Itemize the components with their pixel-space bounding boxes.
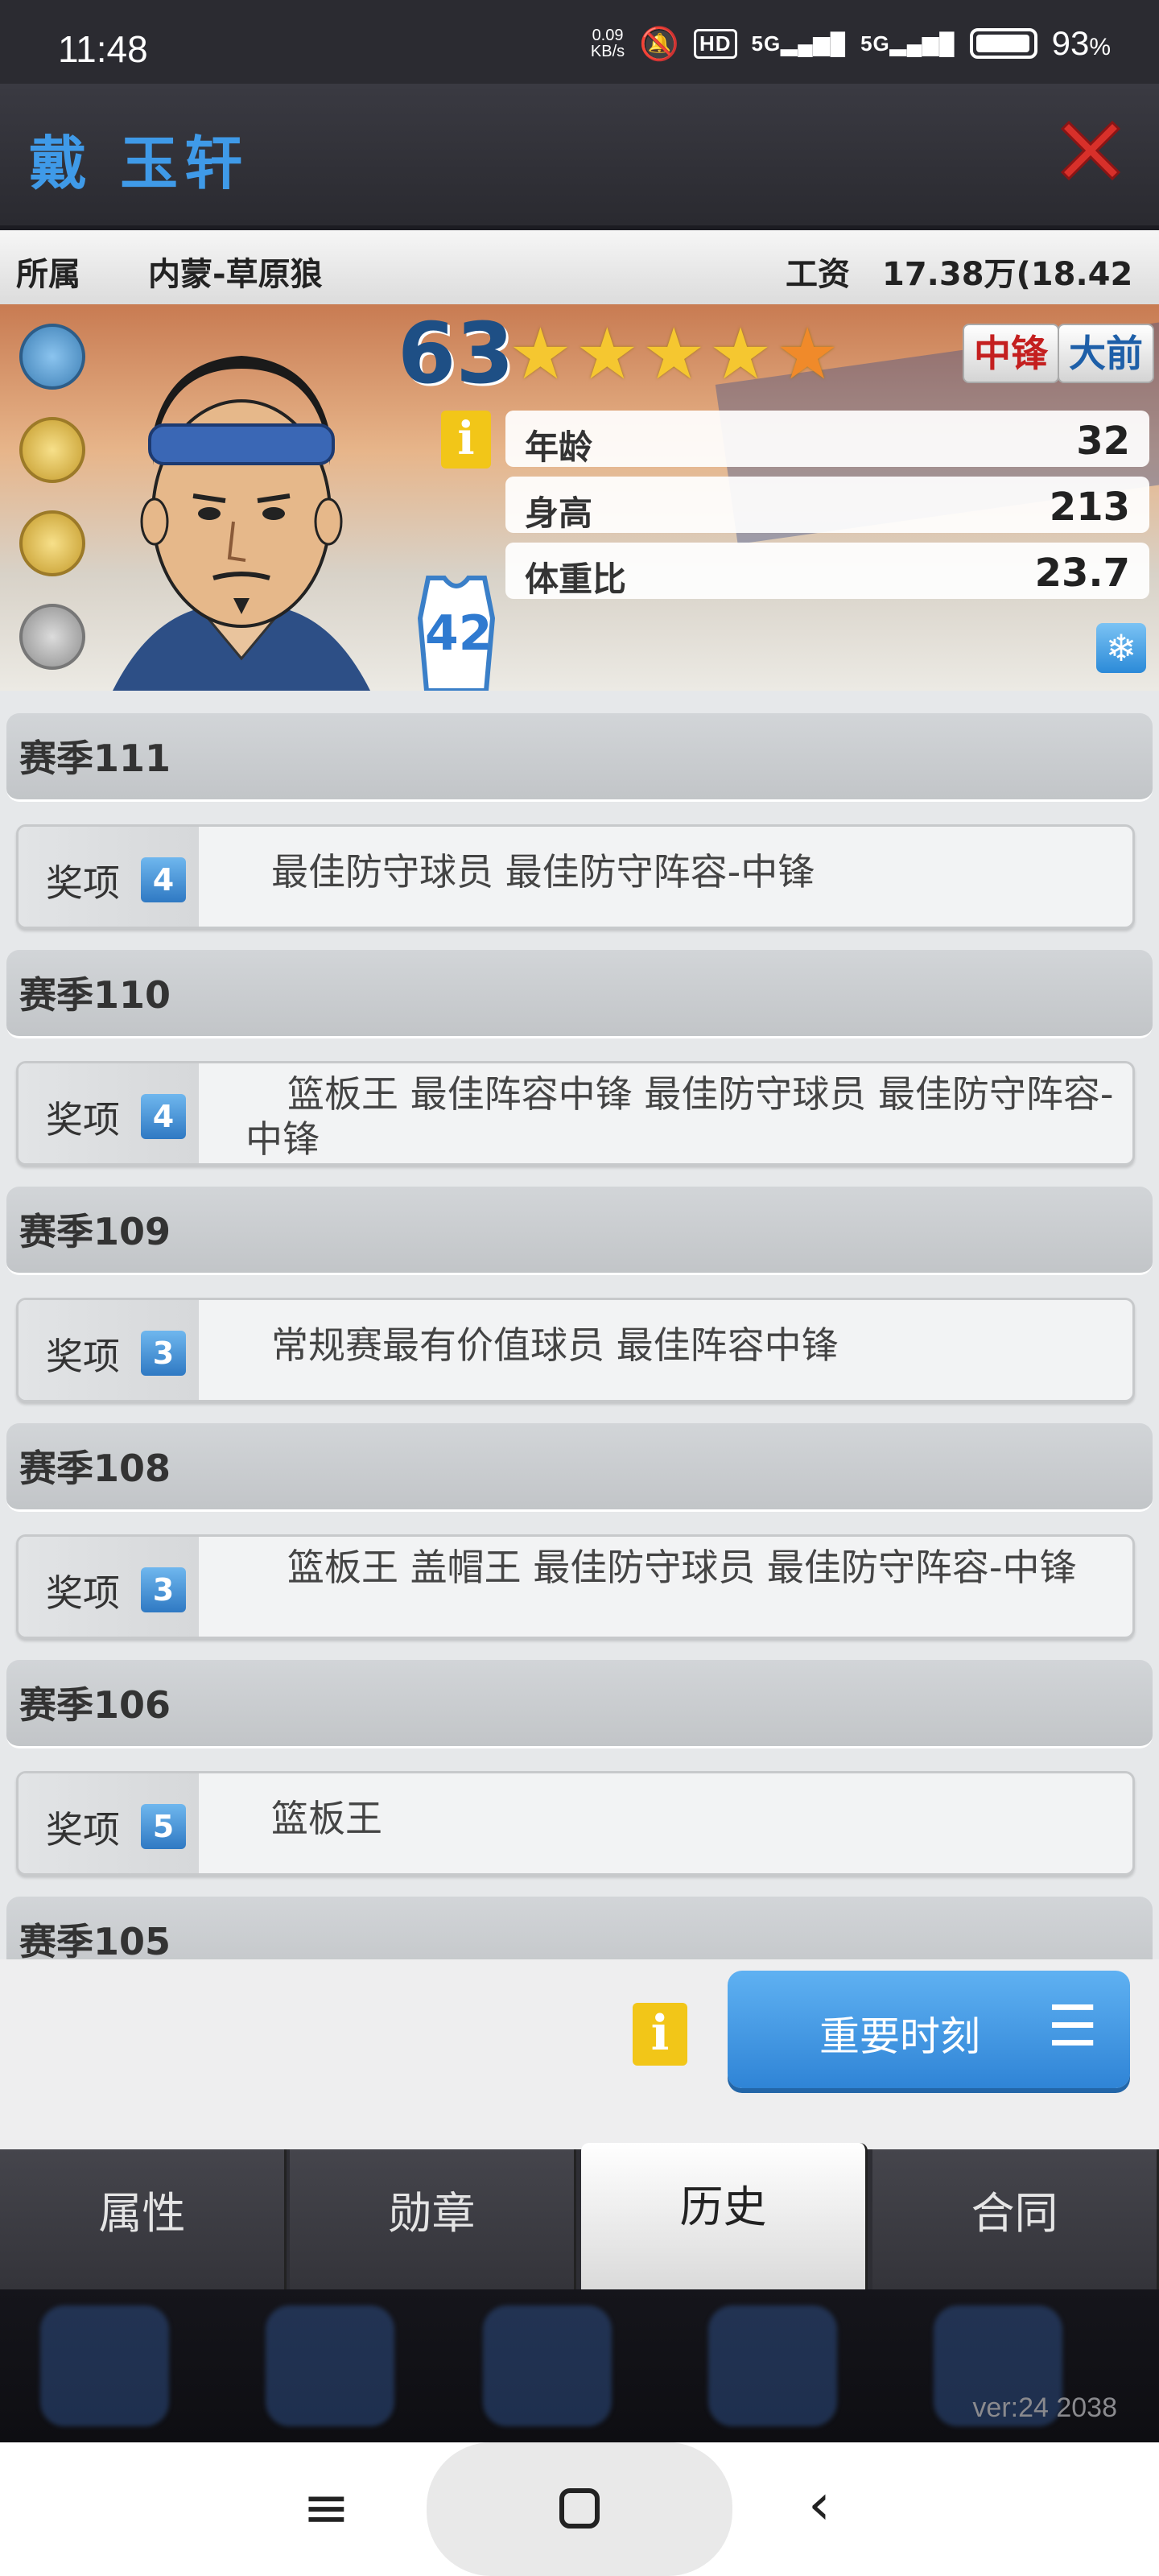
award-label: 奖项 [46, 1571, 120, 1615]
salary-label: 工资 [786, 256, 850, 293]
award-row[interactable]: 奖项 4 最佳防守球员 最佳防守阵容-中锋 [16, 824, 1135, 929]
attr-row-weight: 体重比 23.7 [505, 543, 1149, 599]
close-icon[interactable] [1054, 114, 1127, 187]
energy-badge-icon[interactable] [19, 417, 85, 483]
home-button[interactable] [427, 2442, 732, 2576]
award-count-badge: 4 [141, 1094, 186, 1139]
award-label: 奖项 [46, 1335, 120, 1378]
hd-icon: HD [693, 28, 737, 59]
overall-rating: 63 [398, 304, 514, 402]
star-icon: ★ [575, 312, 639, 395]
award-text: 篮板王 最佳阵容中锋 最佳防守球员 最佳防守阵容-中锋 [245, 1072, 1114, 1161]
tab-bar: 属性 勋章 历史 合同 [0, 2143, 1159, 2291]
info-bar: 所属 内蒙-草原狼 工资 17.38万(18.42万) [0, 230, 1159, 340]
jersey-number: 42 [425, 605, 493, 662]
status-bar: 11:48 0.09 KB/s 🔕 HD 5G▂▄▆█ 5G▂▄▆█ 93% [0, 0, 1159, 84]
season-header: 赛季109 [6, 1187, 1153, 1275]
award-text: 篮板王 盖帽王 最佳防守球员 最佳防守阵容-中锋 [287, 1546, 1077, 1589]
star-icon: ★ [641, 312, 706, 395]
team-value: 内蒙-草原狼 [148, 256, 323, 293]
nav-jersey-icon[interactable] [40, 2306, 169, 2426]
tab-medals[interactable]: 勋章 [290, 2149, 576, 2289]
award-count-badge: 3 [141, 1331, 186, 1376]
award-count-badge: 4 [141, 857, 186, 902]
defense-badge-icon[interactable] [19, 324, 85, 390]
award-row[interactable]: 奖项 4 篮板王 最佳阵容中锋 最佳防守球员 最佳防守阵容-中锋 [16, 1061, 1135, 1166]
player-header: 戴 玉轩 [0, 84, 1159, 225]
season-header: 赛季111 [6, 713, 1153, 802]
nav-money-icon[interactable] [266, 2306, 394, 2426]
season-header: 赛季108 [6, 1423, 1153, 1512]
signal-icon-1: 5G▂▄▆█ [751, 31, 847, 56]
nav-team-icon[interactable] [483, 2306, 612, 2426]
star-icon: ★ [775, 312, 839, 395]
award-count-badge: 3 [141, 1567, 186, 1612]
award-label: 奖项 [46, 1098, 120, 1141]
info-icon[interactable]: i [633, 2003, 687, 2066]
tab-history[interactable]: 历史 [581, 2143, 868, 2291]
system-nav-bar: ≡ ‹ [0, 2442, 1159, 2576]
tab-attributes[interactable]: 属性 [0, 2149, 287, 2289]
player-avatar [113, 356, 370, 691]
history-list[interactable]: 赛季111 奖项 4 最佳防守球员 最佳防守阵容-中锋 赛季110 奖项 4 篮… [0, 691, 1159, 1959]
battery-icon [969, 28, 1037, 59]
battery-level: 93% [1051, 24, 1111, 62]
signal-icon-2: 5G▂▄▆█ [860, 31, 955, 56]
lock-icon[interactable] [19, 604, 85, 670]
award-label: 奖项 [46, 1808, 120, 1852]
player-name: 戴 玉轩 [29, 130, 250, 197]
award-row[interactable]: 奖项 3 常规赛最有价值球员 最佳阵容中锋 [16, 1298, 1135, 1402]
menu-icon[interactable]: ≡ [303, 2475, 350, 2541]
attr-row-age: 年龄 32 [505, 411, 1149, 467]
home-icon [559, 2488, 600, 2529]
nav-league-icon[interactable] [708, 2306, 837, 2426]
strength-badge-icon[interactable] [19, 510, 85, 576]
star-icon: ★ [509, 312, 572, 395]
game-nav: ver:24 2038 [0, 2289, 1159, 2442]
award-text: 常规赛最有价值球员 最佳阵容中锋 [271, 1323, 839, 1367]
position-extra-badge: 大前 [1058, 324, 1154, 383]
info-icon[interactable]: i [441, 411, 491, 469]
award-text: 最佳防守球员 最佳防守阵容-中锋 [271, 850, 815, 894]
attr-row-height: 身高 213 [505, 477, 1149, 533]
net-speed: 0.09 KB/s [590, 27, 625, 60]
hamburger-icon: ☰ [1047, 1993, 1098, 2059]
back-icon[interactable]: ‹ [808, 2471, 831, 2537]
status-time: 11:48 [58, 28, 148, 70]
player-card: 42 63 ★ ★ ★ ★ ★ 中锋 大前 i 年龄 32 身高 213 体重比… [0, 304, 1159, 691]
award-row[interactable]: 奖项 3 篮板王 盖帽王 最佳防守球员 最佳防守阵容-中锋 [16, 1534, 1135, 1639]
action-bar: i 重要时刻 ☰ [0, 1959, 1159, 2149]
mute-icon: 🔕 [639, 26, 679, 62]
season-header: 赛季110 [6, 950, 1153, 1038]
award-row[interactable]: 奖项 5 篮板王 [16, 1771, 1135, 1876]
season-header: 赛季105 [6, 1897, 1153, 1959]
star-icon: ★ [708, 312, 773, 395]
award-text: 篮板王 [271, 1797, 382, 1840]
team-label: 所属 [16, 256, 80, 293]
status-icons: 0.09 KB/s 🔕 HD 5G▂▄▆█ 5G▂▄▆█ 93% [591, 24, 1111, 63]
position-main-badge: 中锋 [963, 324, 1059, 383]
award-label: 奖项 [46, 861, 120, 905]
version-label: ver:24 2038 [972, 2392, 1117, 2423]
important-moments-button[interactable]: 重要时刻 ☰ [728, 1971, 1130, 2088]
award-count-badge: 5 [141, 1804, 186, 1849]
season-header: 赛季106 [6, 1660, 1153, 1748]
star-rating: ★ ★ ★ ★ ★ [509, 319, 839, 390]
tab-contract[interactable]: 合同 [872, 2149, 1159, 2289]
snowflake-icon[interactable]: ❄ [1096, 623, 1146, 673]
